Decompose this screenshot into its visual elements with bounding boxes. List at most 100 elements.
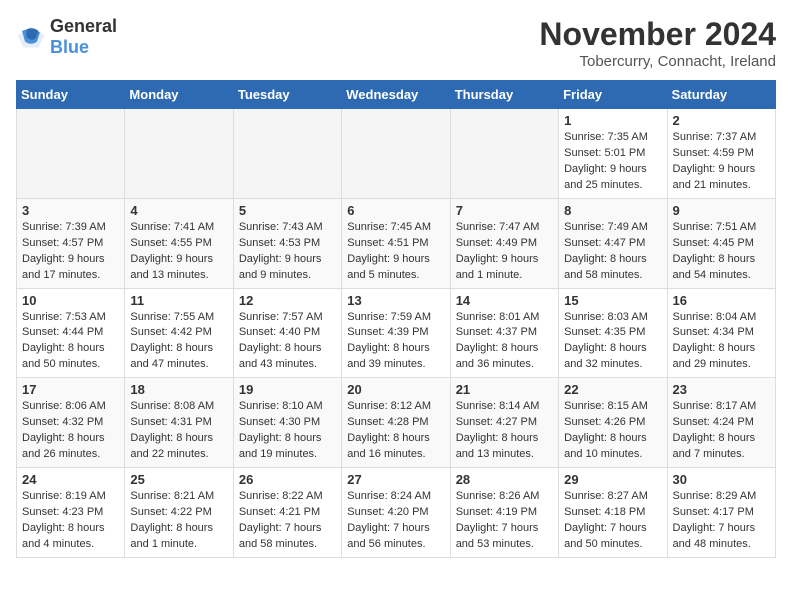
col-header-wednesday: Wednesday — [342, 81, 450, 109]
day-info: Sunrise: 7:41 AM Sunset: 4:55 PM Dayligh… — [130, 220, 227, 284]
day-info: Sunrise: 8:03 AM Sunset: 4:35 PM Dayligh… — [564, 310, 661, 374]
day-cell: 5 Sunrise: 7:43 AM Sunset: 4:53 PM Daylig… — [233, 198, 341, 288]
day-number: 29 — [564, 472, 661, 487]
day-info: Sunrise: 7:51 AM Sunset: 4:45 PM Dayligh… — [673, 220, 770, 284]
week-row-3: 10 Sunrise: 7:53 AM Sunset: 4:44 PM Dayli… — [17, 288, 776, 378]
day-number: 4 — [130, 203, 227, 218]
header-row: SundayMondayTuesdayWednesdayThursdayFrid… — [17, 81, 776, 109]
day-info: Sunrise: 8:29 AM Sunset: 4:17 PM Dayligh… — [673, 489, 770, 553]
day-number: 6 — [347, 203, 444, 218]
day-number: 9 — [673, 203, 770, 218]
day-cell: 4 Sunrise: 7:41 AM Sunset: 4:55 PM Daylig… — [125, 198, 233, 288]
day-cell: 26 Sunrise: 8:22 AM Sunset: 4:21 PM Dayli… — [233, 468, 341, 558]
title-area: November 2024 Tobercurry, Connacht, Irel… — [539, 16, 776, 70]
day-info: Sunrise: 8:21 AM Sunset: 4:22 PM Dayligh… — [130, 489, 227, 553]
day-info: Sunrise: 7:43 AM Sunset: 4:53 PM Dayligh… — [239, 220, 336, 284]
day-cell — [17, 109, 125, 199]
day-number: 11 — [130, 293, 227, 308]
header: General Blue November 2024 Tobercurry, C… — [16, 16, 776, 70]
day-info: Sunrise: 8:27 AM Sunset: 4:18 PM Dayligh… — [564, 489, 661, 553]
day-cell: 22 Sunrise: 8:15 AM Sunset: 4:26 PM Dayli… — [559, 378, 667, 468]
day-cell: 15 Sunrise: 8:03 AM Sunset: 4:35 PM Dayli… — [559, 288, 667, 378]
week-row-5: 24 Sunrise: 8:19 AM Sunset: 4:23 PM Dayli… — [17, 468, 776, 558]
day-cell: 11Sunrise: 7:55 AM Sunset: 4:42 PM Dayli… — [125, 288, 233, 378]
logo-icon — [16, 25, 46, 49]
week-row-2: 3Sunrise: 7:39 AM Sunset: 4:57 PM Daylig… — [17, 198, 776, 288]
day-cell: 2 Sunrise: 7:37 AM Sunset: 4:59 PM Daylig… — [667, 109, 775, 199]
location-subtitle: Tobercurry, Connacht, Ireland — [539, 53, 776, 70]
day-number: 22 — [564, 382, 661, 397]
day-number: 27 — [347, 472, 444, 487]
day-info: Sunrise: 7:45 AM Sunset: 4:51 PM Dayligh… — [347, 220, 444, 284]
day-info: Sunrise: 8:04 AM Sunset: 4:34 PM Dayligh… — [673, 310, 770, 374]
day-cell: 1Sunrise: 7:35 AM Sunset: 5:01 PM Daylig… — [559, 109, 667, 199]
day-info: Sunrise: 8:22 AM Sunset: 4:21 PM Dayligh… — [239, 489, 336, 553]
month-title: November 2024 — [539, 16, 776, 53]
day-number: 15 — [564, 293, 661, 308]
day-cell: 16 Sunrise: 8:04 AM Sunset: 4:34 PM Dayli… — [667, 288, 775, 378]
calendar-table: SundayMondayTuesdayWednesdayThursdayFrid… — [16, 80, 776, 558]
day-cell: 9 Sunrise: 7:51 AM Sunset: 4:45 PM Daylig… — [667, 198, 775, 288]
day-cell: 23 Sunrise: 8:17 AM Sunset: 4:24 PM Dayli… — [667, 378, 775, 468]
day-cell: 8Sunrise: 7:49 AM Sunset: 4:47 PM Daylig… — [559, 198, 667, 288]
day-number: 18 — [130, 382, 227, 397]
day-info: Sunrise: 8:17 AM Sunset: 4:24 PM Dayligh… — [673, 399, 770, 463]
day-number: 12 — [239, 293, 336, 308]
day-info: Sunrise: 8:19 AM Sunset: 4:23 PM Dayligh… — [22, 489, 119, 553]
day-cell: 6 Sunrise: 7:45 AM Sunset: 4:51 PM Daylig… — [342, 198, 450, 288]
day-cell: 7Sunrise: 7:47 AM Sunset: 4:49 PM Daylig… — [450, 198, 558, 288]
day-number: 2 — [673, 113, 770, 128]
day-number: 13 — [347, 293, 444, 308]
col-header-tuesday: Tuesday — [233, 81, 341, 109]
day-cell: 29 Sunrise: 8:27 AM Sunset: 4:18 PM Dayli… — [559, 468, 667, 558]
day-number: 5 — [239, 203, 336, 218]
day-cell: 21Sunrise: 8:14 AM Sunset: 4:27 PM Dayli… — [450, 378, 558, 468]
day-number: 20 — [347, 382, 444, 397]
day-number: 24 — [22, 472, 119, 487]
day-info: Sunrise: 8:10 AM Sunset: 4:30 PM Dayligh… — [239, 399, 336, 463]
day-cell — [342, 109, 450, 199]
day-cell: 19 Sunrise: 8:10 AM Sunset: 4:30 PM Dayli… — [233, 378, 341, 468]
day-info: Sunrise: 8:24 AM Sunset: 4:20 PM Dayligh… — [347, 489, 444, 553]
col-header-monday: Monday — [125, 81, 233, 109]
day-info: Sunrise: 7:37 AM Sunset: 4:59 PM Dayligh… — [673, 130, 770, 194]
day-info: Sunrise: 8:01 AM Sunset: 4:37 PM Dayligh… — [456, 310, 553, 374]
day-cell — [125, 109, 233, 199]
day-number: 25 — [130, 472, 227, 487]
day-info: Sunrise: 7:53 AM Sunset: 4:44 PM Dayligh… — [22, 310, 119, 374]
day-number: 10 — [22, 293, 119, 308]
col-header-saturday: Saturday — [667, 81, 775, 109]
day-info: Sunrise: 8:06 AM Sunset: 4:32 PM Dayligh… — [22, 399, 119, 463]
day-cell — [233, 109, 341, 199]
day-info: Sunrise: 8:15 AM Sunset: 4:26 PM Dayligh… — [564, 399, 661, 463]
day-cell: 14 Sunrise: 8:01 AM Sunset: 4:37 PM Dayli… — [450, 288, 558, 378]
day-number: 28 — [456, 472, 553, 487]
day-number: 23 — [673, 382, 770, 397]
day-cell: 3Sunrise: 7:39 AM Sunset: 4:57 PM Daylig… — [17, 198, 125, 288]
day-number: 14 — [456, 293, 553, 308]
day-cell: 30 Sunrise: 8:29 AM Sunset: 4:17 PM Dayli… — [667, 468, 775, 558]
day-cell: 25 Sunrise: 8:21 AM Sunset: 4:22 PM Dayli… — [125, 468, 233, 558]
day-cell: 18Sunrise: 8:08 AM Sunset: 4:31 PM Dayli… — [125, 378, 233, 468]
col-header-friday: Friday — [559, 81, 667, 109]
day-number: 16 — [673, 293, 770, 308]
day-number: 3 — [22, 203, 119, 218]
logo-blue-text: Blue — [50, 37, 89, 57]
day-number: 7 — [456, 203, 553, 218]
day-cell: 28 Sunrise: 8:26 AM Sunset: 4:19 PM Dayli… — [450, 468, 558, 558]
day-info: Sunrise: 7:49 AM Sunset: 4:47 PM Dayligh… — [564, 220, 661, 284]
day-number: 1 — [564, 113, 661, 128]
day-cell: 10 Sunrise: 7:53 AM Sunset: 4:44 PM Dayli… — [17, 288, 125, 378]
day-info: Sunrise: 8:26 AM Sunset: 4:19 PM Dayligh… — [456, 489, 553, 553]
logo: General Blue — [16, 16, 117, 58]
day-number: 19 — [239, 382, 336, 397]
col-header-sunday: Sunday — [17, 81, 125, 109]
day-cell: 13Sunrise: 7:59 AM Sunset: 4:39 PM Dayli… — [342, 288, 450, 378]
day-cell: 12Sunrise: 7:57 AM Sunset: 4:40 PM Dayli… — [233, 288, 341, 378]
week-row-1: 1Sunrise: 7:35 AM Sunset: 5:01 PM Daylig… — [17, 109, 776, 199]
day-number: 30 — [673, 472, 770, 487]
day-number: 26 — [239, 472, 336, 487]
day-cell — [450, 109, 558, 199]
day-cell: 20Sunrise: 8:12 AM Sunset: 4:28 PM Dayli… — [342, 378, 450, 468]
day-cell: 24 Sunrise: 8:19 AM Sunset: 4:23 PM Dayli… — [17, 468, 125, 558]
